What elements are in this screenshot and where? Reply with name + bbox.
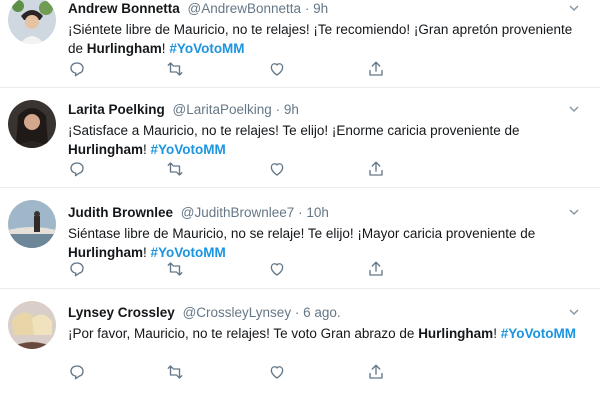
tweet-text-bold: Hurlingham: [86, 41, 162, 56]
tweet[interactable]: Larita Poelking @LaritaPoelking · 9h ¡Sa…: [0, 88, 600, 188]
avatar[interactable]: [8, 301, 56, 349]
chevron-down-icon[interactable]: [568, 103, 580, 115]
retweet-icon[interactable]: [166, 260, 184, 278]
tweet-text: Siéntase libre de Mauricio, no se relaje…: [68, 224, 580, 262]
share-icon[interactable]: [367, 260, 385, 278]
author-name[interactable]: Lynsey Crossley: [68, 305, 175, 320]
hashtag-link[interactable]: #YoVotoMM: [151, 245, 226, 260]
author-name[interactable]: Andrew Bonnetta: [68, 1, 180, 16]
tweet-header: Larita Poelking @LaritaPoelking · 9h: [68, 101, 580, 118]
hashtag-link[interactable]: #YoVotoMM: [169, 41, 244, 56]
heart-icon[interactable]: [268, 363, 286, 381]
retweet-icon[interactable]: [166, 160, 184, 178]
share-icon[interactable]: [367, 60, 385, 78]
tweet-text-punct: !: [143, 245, 151, 260]
author-handle[interactable]: @CrossleyLynsey: [183, 305, 292, 320]
tweet-text-body: Siéntase libre de Mauricio, no se relaje…: [68, 226, 536, 241]
tweet-header: Judith Brownlee @JudithBrownlee7 · 10h: [68, 204, 580, 221]
timestamp[interactable]: 9h: [284, 102, 299, 117]
tweet-text-body: ¡Por favor, Mauricio, no te relajes! Te …: [68, 326, 419, 341]
retweet-icon[interactable]: [166, 363, 184, 381]
retweet-icon[interactable]: [166, 60, 184, 78]
tweet-text: ¡Por favor, Mauricio, no te relajes! Te …: [68, 324, 580, 343]
heart-icon[interactable]: [268, 160, 286, 178]
share-icon[interactable]: [367, 363, 385, 381]
author-handle[interactable]: @LaritaPoelking: [173, 102, 272, 117]
tweet-text: ¡Siéntete libre de Mauricio, no te relaj…: [68, 20, 580, 58]
tweet[interactable]: Judith Brownlee @JudithBrownlee7 · 10h S…: [0, 188, 600, 289]
tweet-text-body: ¡Satisface a Mauricio, no te relajes! Te…: [68, 123, 520, 138]
author-handle[interactable]: @AndrewBonnetta: [188, 1, 302, 16]
tweet-header: Lynsey Crossley @CrossleyLynsey · 6 ago.: [68, 304, 580, 321]
tweet[interactable]: Andrew Bonnetta @AndrewBonnetta · 9h ¡Si…: [0, 0, 600, 88]
separator-dot: ·: [275, 102, 281, 117]
author-handle[interactable]: @JudithBrownlee7: [181, 205, 295, 220]
tweet-text-bold: Hurlingham: [418, 326, 494, 341]
heart-icon[interactable]: [268, 260, 286, 278]
tweet[interactable]: Lynsey Crossley @CrossleyLynsey · 6 ago.…: [0, 289, 600, 400]
author-name[interactable]: Larita Poelking: [68, 102, 165, 117]
tweet-feed: Andrew Bonnetta @AndrewBonnetta · 9h ¡Si…: [0, 0, 600, 400]
tweet-header: Andrew Bonnetta @AndrewBonnetta · 9h: [68, 0, 580, 17]
chevron-down-icon[interactable]: [568, 2, 580, 14]
reply-icon[interactable]: [68, 363, 86, 381]
reply-icon[interactable]: [68, 160, 86, 178]
separator-dot: ·: [298, 205, 303, 220]
hashtag-link[interactable]: #YoVotoMM: [151, 142, 226, 157]
separator-dot: ·: [304, 1, 310, 16]
tweet-text: ¡Satisface a Mauricio, no te relajes! Te…: [68, 121, 580, 159]
hashtag-link[interactable]: #YoVotoMM: [501, 326, 576, 341]
avatar[interactable]: [8, 0, 56, 44]
tweet-actions: [0, 60, 383, 78]
avatar[interactable]: [8, 100, 56, 148]
share-icon[interactable]: [367, 160, 385, 178]
timestamp[interactable]: 6 ago.: [303, 305, 341, 320]
separator-dot: ·: [294, 305, 300, 320]
tweet-text-bold: Hurlingham: [68, 245, 144, 260]
tweet-actions: [0, 260, 383, 278]
chevron-down-icon[interactable]: [568, 306, 580, 318]
tweet-actions: [0, 160, 383, 178]
timestamp[interactable]: 9h: [313, 1, 328, 16]
avatar[interactable]: [8, 200, 56, 248]
author-name[interactable]: Judith Brownlee: [68, 205, 173, 220]
chevron-down-icon[interactable]: [568, 206, 580, 218]
tweet-text-punct: !: [143, 142, 151, 157]
heart-icon[interactable]: [268, 60, 286, 78]
tweet-text-punct: !: [493, 326, 501, 341]
timestamp[interactable]: 10h: [306, 205, 329, 220]
tweet-actions: [0, 363, 383, 381]
tweet-text-bold: Hurlingham: [68, 142, 144, 157]
reply-icon[interactable]: [68, 60, 86, 78]
reply-icon[interactable]: [68, 260, 86, 278]
